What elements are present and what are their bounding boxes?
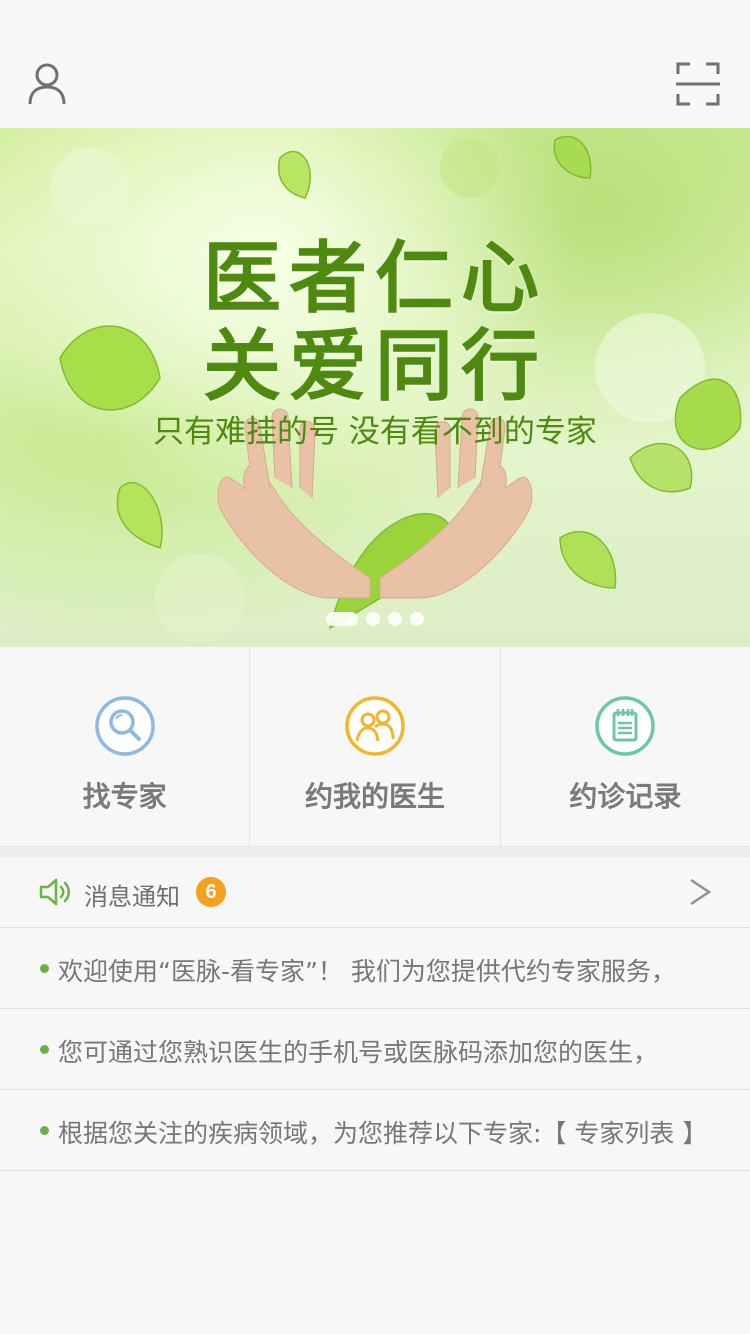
banner-title-line2: 关爱同行 [202,322,547,412]
notifications-header[interactable]: 消息通知 6 [0,857,750,928]
notice-item[interactable]: 欢迎使用“医脉-看专家”！ 我们为您提供代约专家服务， [0,928,750,1009]
notification-count-badge: 6 [196,877,226,907]
bullet-dot [40,1045,49,1054]
quick-actions: 找专家 约我的医生 约诊记录 [0,647,750,847]
notice-text: 欢迎使用“医脉-看专家”！ 我们为您提供代约专家服务， [58,957,676,986]
carousel-dot[interactable] [410,612,424,626]
notice-item[interactable]: 您可通过您熟识医生的手机号或医脉码添加您的医生， [0,1009,750,1090]
bullet-dot [40,1126,49,1135]
carousel-dot[interactable] [388,612,402,626]
search-icon [94,695,156,757]
promo-banner[interactable]: 医者仁心 关爱同行 只有难挂的号 没有看不到的专家 [0,128,750,647]
notice-text: 根据您关注的疾病领域，为您推荐以下专家:【 专家列表 】 [58,1119,708,1148]
notepad-icon [594,695,656,757]
find-expert-button[interactable]: 找专家 [0,647,249,846]
notice-item[interactable]: 根据您关注的疾病领域，为您推荐以下专家:【 专家列表 】 [0,1090,750,1171]
bullet-dot [40,964,49,973]
appointment-records-button[interactable]: 约诊记录 [499,647,750,846]
notice-text: 您可通过您熟识医生的手机号或医脉码添加您的医生， [58,1038,659,1067]
user-icon[interactable] [26,62,68,106]
app-header [0,0,750,128]
find-expert-label: 找专家 [82,780,167,813]
book-my-doctor-button[interactable]: 约我的医生 [249,647,499,846]
doctors-icon [344,695,406,757]
carousel-indicator[interactable] [326,612,424,626]
notifications-title: 消息通知 [84,883,180,911]
home-screen: 医者仁心 关爱同行 只有难挂的号 没有看不到的专家 找专家 约我的医生 约诊记录… [0,0,750,1334]
appointment-records-label: 约诊记录 [569,780,682,813]
scan-icon[interactable] [676,62,720,106]
section-divider [0,847,750,857]
speaker-icon [38,877,72,907]
banner-subtitle: 只有难挂的号 没有看不到的专家 [153,414,597,450]
chevron-right-icon[interactable] [688,877,712,907]
carousel-dot-active[interactable] [326,612,358,626]
book-my-doctor-label: 约我的医生 [304,780,445,813]
carousel-dot[interactable] [366,612,380,626]
